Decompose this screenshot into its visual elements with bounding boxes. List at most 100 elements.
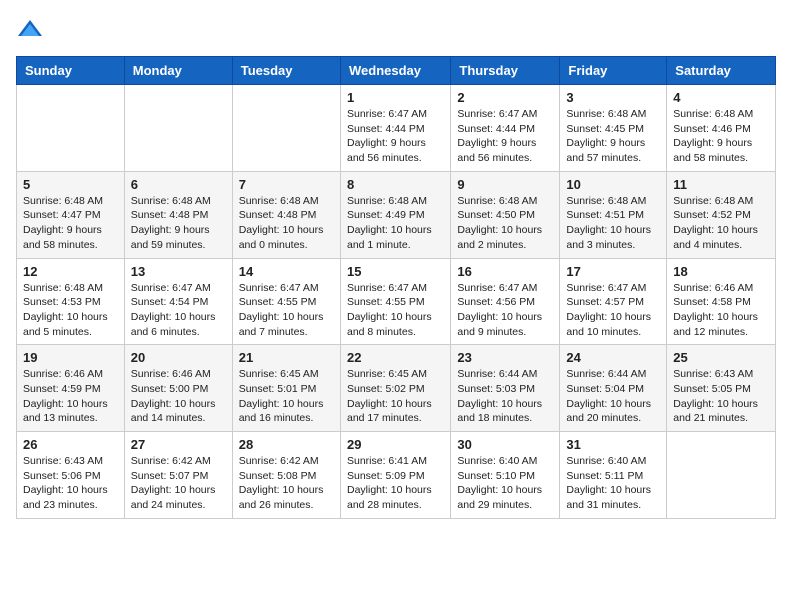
calendar-cell: 27 Sunrise: 6:42 AMSunset: 5:07 PMDaylig… — [124, 432, 232, 519]
logo — [16, 16, 48, 44]
day-info: Sunrise: 6:48 AMSunset: 4:45 PMDaylight:… — [566, 108, 646, 164]
day-info: Sunrise: 6:46 AMSunset: 5:00 PMDaylight:… — [131, 368, 216, 424]
calendar-cell: 15 Sunrise: 6:47 AMSunset: 4:55 PMDaylig… — [340, 258, 450, 345]
day-number: 3 — [566, 90, 660, 105]
calendar-cell: 21 Sunrise: 6:45 AMSunset: 5:01 PMDaylig… — [232, 345, 340, 432]
calendar-cell: 1 Sunrise: 6:47 AMSunset: 4:44 PMDayligh… — [340, 85, 450, 172]
calendar-cell: 22 Sunrise: 6:45 AMSunset: 5:02 PMDaylig… — [340, 345, 450, 432]
calendar-cell: 12 Sunrise: 6:48 AMSunset: 4:53 PMDaylig… — [17, 258, 125, 345]
day-info: Sunrise: 6:48 AMSunset: 4:51 PMDaylight:… — [566, 195, 651, 251]
day-info: Sunrise: 6:48 AMSunset: 4:53 PMDaylight:… — [23, 282, 108, 338]
calendar-cell: 2 Sunrise: 6:47 AMSunset: 4:44 PMDayligh… — [451, 85, 560, 172]
calendar-cell: 5 Sunrise: 6:48 AMSunset: 4:47 PMDayligh… — [17, 171, 125, 258]
day-info: Sunrise: 6:48 AMSunset: 4:47 PMDaylight:… — [23, 195, 103, 251]
day-number: 18 — [673, 264, 769, 279]
day-number: 28 — [239, 437, 334, 452]
day-number: 21 — [239, 350, 334, 365]
logo-icon — [16, 16, 44, 44]
calendar-cell: 30 Sunrise: 6:40 AMSunset: 5:10 PMDaylig… — [451, 432, 560, 519]
calendar-cell: 29 Sunrise: 6:41 AMSunset: 5:09 PMDaylig… — [340, 432, 450, 519]
calendar-cell: 8 Sunrise: 6:48 AMSunset: 4:49 PMDayligh… — [340, 171, 450, 258]
day-info: Sunrise: 6:44 AMSunset: 5:03 PMDaylight:… — [457, 368, 542, 424]
day-number: 19 — [23, 350, 118, 365]
day-number: 13 — [131, 264, 226, 279]
day-number: 31 — [566, 437, 660, 452]
day-number: 16 — [457, 264, 553, 279]
day-info: Sunrise: 6:40 AMSunset: 5:10 PMDaylight:… — [457, 455, 542, 511]
day-info: Sunrise: 6:47 AMSunset: 4:55 PMDaylight:… — [239, 282, 324, 338]
calendar-cell: 4 Sunrise: 6:48 AMSunset: 4:46 PMDayligh… — [667, 85, 776, 172]
calendar-cell: 18 Sunrise: 6:46 AMSunset: 4:58 PMDaylig… — [667, 258, 776, 345]
day-info: Sunrise: 6:47 AMSunset: 4:44 PMDaylight:… — [457, 108, 537, 164]
day-info: Sunrise: 6:42 AMSunset: 5:08 PMDaylight:… — [239, 455, 324, 511]
day-number: 10 — [566, 177, 660, 192]
day-info: Sunrise: 6:47 AMSunset: 4:55 PMDaylight:… — [347, 282, 432, 338]
day-number: 14 — [239, 264, 334, 279]
day-number: 17 — [566, 264, 660, 279]
weekday-header-row: SundayMondayTuesdayWednesdayThursdayFrid… — [17, 57, 776, 85]
calendar-cell: 9 Sunrise: 6:48 AMSunset: 4:50 PMDayligh… — [451, 171, 560, 258]
day-info: Sunrise: 6:48 AMSunset: 4:50 PMDaylight:… — [457, 195, 542, 251]
calendar-cell: 23 Sunrise: 6:44 AMSunset: 5:03 PMDaylig… — [451, 345, 560, 432]
calendar-week-row: 12 Sunrise: 6:48 AMSunset: 4:53 PMDaylig… — [17, 258, 776, 345]
calendar-cell: 28 Sunrise: 6:42 AMSunset: 5:08 PMDaylig… — [232, 432, 340, 519]
day-number: 2 — [457, 90, 553, 105]
day-number: 30 — [457, 437, 553, 452]
weekday-header-thursday: Thursday — [451, 57, 560, 85]
day-number: 4 — [673, 90, 769, 105]
page-header — [16, 16, 776, 44]
weekday-header-saturday: Saturday — [667, 57, 776, 85]
day-info: Sunrise: 6:42 AMSunset: 5:07 PMDaylight:… — [131, 455, 216, 511]
day-info: Sunrise: 6:47 AMSunset: 4:56 PMDaylight:… — [457, 282, 542, 338]
calendar-cell: 13 Sunrise: 6:47 AMSunset: 4:54 PMDaylig… — [124, 258, 232, 345]
calendar-cell: 11 Sunrise: 6:48 AMSunset: 4:52 PMDaylig… — [667, 171, 776, 258]
day-info: Sunrise: 6:40 AMSunset: 5:11 PMDaylight:… — [566, 455, 651, 511]
calendar-cell: 6 Sunrise: 6:48 AMSunset: 4:48 PMDayligh… — [124, 171, 232, 258]
day-number: 23 — [457, 350, 553, 365]
calendar-cell: 26 Sunrise: 6:43 AMSunset: 5:06 PMDaylig… — [17, 432, 125, 519]
calendar-cell — [232, 85, 340, 172]
calendar-cell — [124, 85, 232, 172]
day-info: Sunrise: 6:48 AMSunset: 4:46 PMDaylight:… — [673, 108, 753, 164]
day-number: 11 — [673, 177, 769, 192]
calendar-cell — [667, 432, 776, 519]
day-info: Sunrise: 6:45 AMSunset: 5:01 PMDaylight:… — [239, 368, 324, 424]
day-info: Sunrise: 6:44 AMSunset: 5:04 PMDaylight:… — [566, 368, 651, 424]
weekday-header-wednesday: Wednesday — [340, 57, 450, 85]
calendar-cell: 24 Sunrise: 6:44 AMSunset: 5:04 PMDaylig… — [560, 345, 667, 432]
day-info: Sunrise: 6:48 AMSunset: 4:49 PMDaylight:… — [347, 195, 432, 251]
day-info: Sunrise: 6:47 AMSunset: 4:54 PMDaylight:… — [131, 282, 216, 338]
calendar-table: SundayMondayTuesdayWednesdayThursdayFrid… — [16, 56, 776, 519]
day-number: 27 — [131, 437, 226, 452]
day-info: Sunrise: 6:46 AMSunset: 4:59 PMDaylight:… — [23, 368, 108, 424]
day-number: 6 — [131, 177, 226, 192]
day-info: Sunrise: 6:43 AMSunset: 5:05 PMDaylight:… — [673, 368, 758, 424]
day-info: Sunrise: 6:48 AMSunset: 4:48 PMDaylight:… — [131, 195, 211, 251]
calendar-cell: 10 Sunrise: 6:48 AMSunset: 4:51 PMDaylig… — [560, 171, 667, 258]
calendar-cell: 17 Sunrise: 6:47 AMSunset: 4:57 PMDaylig… — [560, 258, 667, 345]
day-number: 24 — [566, 350, 660, 365]
calendar-week-row: 26 Sunrise: 6:43 AMSunset: 5:06 PMDaylig… — [17, 432, 776, 519]
calendar-cell: 19 Sunrise: 6:46 AMSunset: 4:59 PMDaylig… — [17, 345, 125, 432]
calendar-cell: 16 Sunrise: 6:47 AMSunset: 4:56 PMDaylig… — [451, 258, 560, 345]
day-number: 7 — [239, 177, 334, 192]
calendar-cell: 7 Sunrise: 6:48 AMSunset: 4:48 PMDayligh… — [232, 171, 340, 258]
day-info: Sunrise: 6:48 AMSunset: 4:52 PMDaylight:… — [673, 195, 758, 251]
day-number: 8 — [347, 177, 444, 192]
weekday-header-tuesday: Tuesday — [232, 57, 340, 85]
day-info: Sunrise: 6:45 AMSunset: 5:02 PMDaylight:… — [347, 368, 432, 424]
day-info: Sunrise: 6:48 AMSunset: 4:48 PMDaylight:… — [239, 195, 324, 251]
weekday-header-sunday: Sunday — [17, 57, 125, 85]
calendar-cell — [17, 85, 125, 172]
calendar-cell: 31 Sunrise: 6:40 AMSunset: 5:11 PMDaylig… — [560, 432, 667, 519]
day-info: Sunrise: 6:47 AMSunset: 4:44 PMDaylight:… — [347, 108, 427, 164]
day-number: 29 — [347, 437, 444, 452]
calendar-cell: 3 Sunrise: 6:48 AMSunset: 4:45 PMDayligh… — [560, 85, 667, 172]
day-info: Sunrise: 6:41 AMSunset: 5:09 PMDaylight:… — [347, 455, 432, 511]
day-number: 12 — [23, 264, 118, 279]
day-number: 25 — [673, 350, 769, 365]
calendar-cell: 20 Sunrise: 6:46 AMSunset: 5:00 PMDaylig… — [124, 345, 232, 432]
calendar-cell: 14 Sunrise: 6:47 AMSunset: 4:55 PMDaylig… — [232, 258, 340, 345]
calendar-week-row: 5 Sunrise: 6:48 AMSunset: 4:47 PMDayligh… — [17, 171, 776, 258]
day-info: Sunrise: 6:46 AMSunset: 4:58 PMDaylight:… — [673, 282, 758, 338]
